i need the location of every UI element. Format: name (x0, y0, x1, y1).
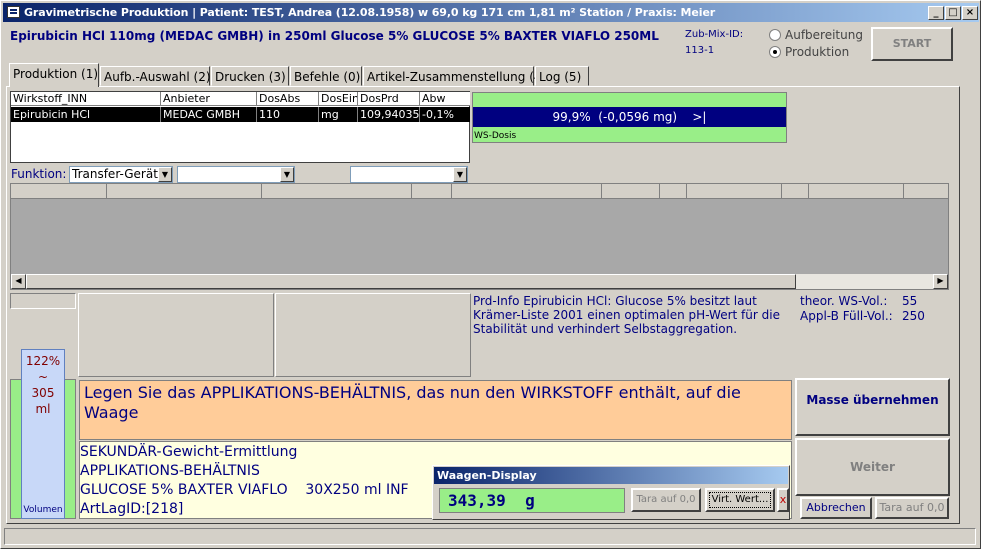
weiter-button[interactable]: Weiter (795, 438, 950, 496)
tab-produktion[interactable]: Produktion (1) (9, 63, 99, 87)
grid-col[interactable] (602, 184, 660, 199)
chevron-down-icon[interactable]: ▼ (158, 167, 172, 182)
scale-tara-button[interactable]: Tara auf 0,0 (631, 488, 701, 512)
minimize-button[interactable]: _ (928, 6, 944, 20)
grid-col[interactable] (262, 184, 412, 199)
article-grid[interactable]: ◀ ▶ (10, 183, 949, 290)
prd-info-text: Prd-Info Epirubicin HCl: Glucose 5% besi… (473, 294, 780, 336)
start-button[interactable]: START (871, 27, 953, 61)
chevron-down-icon[interactable]: ▼ (453, 167, 467, 182)
tab-panel: Wirkstoff_INN Anbieter DosAbs DosEin Dos… (6, 86, 960, 524)
masse-uebernehmen-button[interactable]: Masse übernehmen (795, 378, 950, 436)
volume-label: Volumen (23, 505, 63, 515)
funktion-combo-value: Transfer-Gerät (72, 167, 158, 181)
radio-aufbereitung-label: Aufbereitung (785, 28, 863, 42)
product-title: Epirubicin HCl 110mg (MEDAC GMBH) in 250… (10, 29, 659, 43)
scale-close-button[interactable]: x (777, 488, 789, 512)
weiter-label: Weiter (850, 460, 895, 474)
tab-produktion-label: Produktion (1) (13, 67, 99, 81)
combo-2[interactable]: ▼ (177, 166, 295, 183)
cell-anbieter: MEDAC GMBH (161, 107, 257, 122)
tab-log-label: Log (5) (539, 70, 582, 84)
appl-vol-label: Appl-B Füll-Vol.: (800, 309, 893, 323)
grid-col[interactable] (452, 184, 602, 199)
zub-mix-label: Zub-Mix-ID: (685, 29, 744, 40)
col-abw[interactable]: Abw (420, 92, 470, 106)
ws-dosis-panel: 99,9% (-0,0596 mg) >| WS-Dosis (472, 92, 787, 143)
cell-dosprd: 109,94035 (360, 107, 420, 122)
combo-3[interactable]: ▼ (350, 166, 468, 183)
cell-abw: -0,1% (422, 108, 454, 121)
radio-aufbereitung[interactable] (769, 29, 781, 41)
tab-aufb-auswahl-label: Aufb.-Auswahl (2) (104, 70, 211, 84)
title-bar[interactable]: Gravimetrische Produktion | Patient: TES… (3, 3, 979, 22)
grid-col[interactable] (782, 184, 809, 199)
ws-vol-value: 55 (902, 294, 918, 308)
scroll-right-icon[interactable]: ▶ (933, 274, 948, 289)
maximize-button[interactable]: □ (945, 6, 961, 20)
col-dosein[interactable]: DosEin (319, 92, 358, 106)
small-status-box (10, 293, 76, 309)
secondary-line-1: SEKUNDÄR-Gewicht-Ermittlung (80, 444, 298, 460)
cell-wirkstoff: Epirubicin HCl (11, 107, 161, 122)
tab-befehle-label: Befehle (0) (294, 70, 361, 84)
volume-percent: 122% (25, 354, 61, 368)
col-anbieter[interactable]: Anbieter (161, 92, 257, 106)
col-dosabs[interactable]: DosAbs (257, 92, 319, 106)
appl-vol-value: 250 (902, 309, 925, 323)
horizontal-scrollbar[interactable]: ◀ ▶ (11, 274, 948, 289)
tab-aufb-auswahl[interactable]: Aufb.-Auswahl (2) (100, 66, 211, 86)
funktion-label: Funktion: (11, 167, 67, 181)
volume-unit: ml (35, 402, 51, 416)
main-window: Gravimetrische Produktion | Patient: TES… (0, 0, 981, 549)
cell-dosein: mg (319, 107, 358, 122)
info-box-2 (275, 293, 471, 377)
grid-col[interactable] (11, 184, 107, 199)
radio-produktion[interactable] (769, 46, 781, 58)
volume-tilde: ~ (37, 370, 49, 384)
col-wirkstoff[interactable]: Wirkstoff_INN (11, 92, 161, 106)
instruction-text: Legen Sie das APPLIKATIONS-BEHÄLTNIS, da… (79, 380, 792, 440)
virt-wert-button[interactable]: Virt. Wert... (705, 488, 775, 512)
scroll-thumb[interactable] (26, 274, 796, 289)
grid-col[interactable] (809, 184, 904, 199)
radio-produktion-label: Produktion (785, 45, 850, 59)
col-dosprd[interactable]: DosPrd (358, 92, 420, 106)
grid-col[interactable] (107, 184, 262, 199)
scale-display-window[interactable]: Waagen-Display 343,39 g Tara auf 0,0 Vir… (432, 465, 790, 520)
ws-vol-label: theor. WS-Vol.: (800, 294, 888, 308)
table-row[interactable]: Epirubicin HCl MEDAC GMBH 110 mg 109,940… (11, 107, 470, 122)
grid-col[interactable] (904, 184, 948, 199)
ws-dosis-bar[interactable]: 99,9% (-0,0596 mg) >| (473, 107, 786, 127)
masse-uebernehmen-label: Masse übernehmen (806, 393, 939, 407)
volume-gauge-fill: 122% ~ 305 ml Volumen (21, 349, 65, 519)
tab-befehle[interactable]: Befehle (0) (290, 66, 362, 86)
app-icon[interactable] (7, 6, 20, 18)
chevron-down-icon[interactable]: ▼ (280, 167, 294, 182)
ws-dosis-label: WS-Dosis (474, 131, 517, 141)
scale-display-title[interactable]: Waagen-Display (434, 467, 788, 484)
volume-ml: 305 (31, 386, 55, 400)
status-bar (4, 528, 976, 545)
tab-drucken-label: Drucken (3) (215, 70, 286, 84)
cell-dosabs: 110 (257, 107, 319, 122)
window-title: Gravimetrische Produktion | Patient: TES… (24, 6, 716, 19)
scale-value: 343,39 g (439, 488, 625, 513)
tab-artikel-label: Artikel-Zusammenstellung (4) (367, 70, 547, 84)
grid-col[interactable] (412, 184, 452, 199)
tab-artikel-zusammenstellung[interactable]: Artikel-Zusammenstellung (4) (363, 66, 546, 86)
volume-gauge: 122% ~ 305 ml Volumen (10, 349, 76, 519)
grid-col[interactable] (660, 184, 687, 199)
info-box-1 (78, 293, 274, 377)
scroll-left-icon[interactable]: ◀ (11, 274, 26, 289)
substance-table[interactable]: Wirkstoff_INN Anbieter DosAbs DosEin Dos… (10, 91, 470, 163)
tara-button[interactable]: Tara auf 0,0 (875, 497, 949, 519)
funktion-combo[interactable]: Transfer-Gerät ▼ (69, 166, 173, 183)
tab-log[interactable]: Log (5) (535, 66, 589, 86)
abbrechen-button[interactable]: Abbrechen (800, 497, 872, 519)
grid-col[interactable] (687, 184, 782, 199)
zub-mix-value: 113-1 (685, 45, 715, 56)
tab-drucken[interactable]: Drucken (3) (211, 66, 289, 86)
close-button[interactable]: × (962, 6, 978, 20)
